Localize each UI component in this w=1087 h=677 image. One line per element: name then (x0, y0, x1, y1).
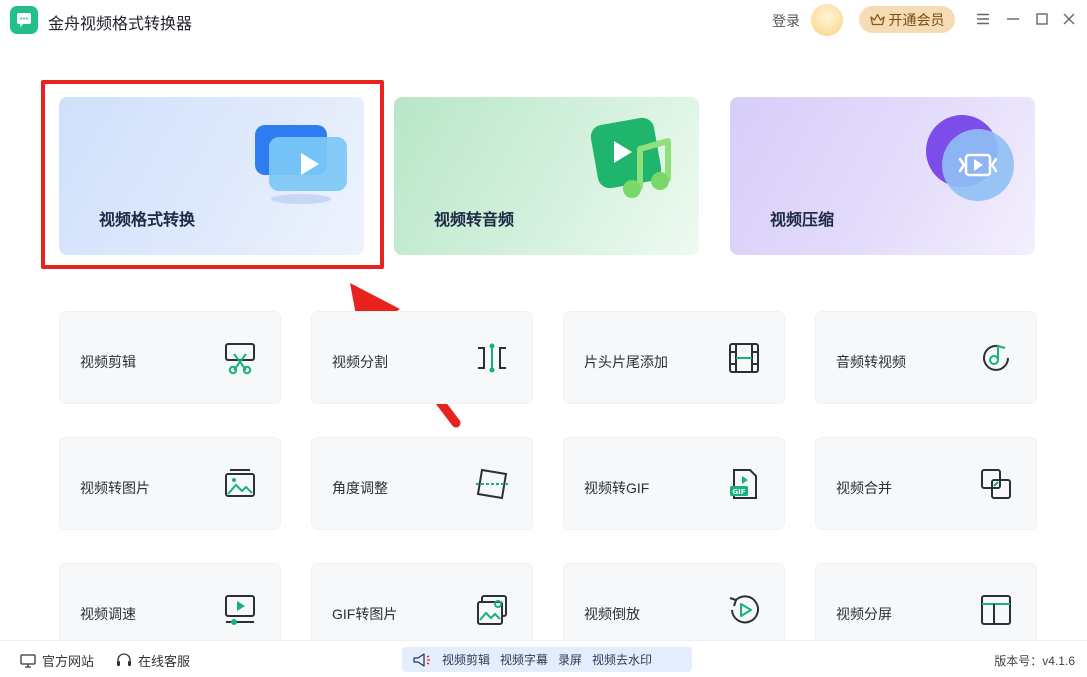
tool-label: 视频倒放 (584, 606, 640, 622)
gallery-icon (477, 595, 507, 625)
tool-video-merge[interactable]: 视频合并 (815, 437, 1037, 530)
tool-audio-to-video[interactable]: 音频转视频 (815, 311, 1037, 404)
video-compress-card[interactable]: 视频压缩 (730, 97, 1035, 255)
svg-text:GIF: GIF (732, 488, 745, 496)
tool-label: 片头片尾添加 (584, 354, 668, 370)
tool-video-to-image[interactable]: 视频转图片 (59, 437, 281, 530)
online-support-link[interactable]: 在线客服 (116, 651, 190, 670)
tool-video-split[interactable]: 视频分割 (311, 311, 533, 404)
tool-label: 视频转GIF (584, 480, 650, 496)
video-compress-label: 视频压缩 (770, 212, 835, 229)
megaphone-icon (413, 652, 430, 667)
crown-icon (869, 13, 885, 26)
vip-button[interactable]: 开通会员 (859, 6, 955, 33)
scissors-icon (225, 343, 255, 375)
promo-item[interactable]: 视频字幕 (500, 651, 548, 668)
menu-icon[interactable] (972, 8, 994, 30)
tool-label: 视频剪辑 (80, 354, 136, 370)
video-convert-label: 视频格式转换 (99, 212, 196, 229)
footer: 官方网站 在线客服 视频剪辑 视频字幕 录屏 视频去水印 版本号：v4.1.6 (0, 640, 1087, 677)
rotate-frame-icon (476, 468, 508, 500)
promo-item[interactable]: 视频去水印 (592, 651, 652, 668)
official-website-link[interactable]: 官方网站 (20, 651, 94, 670)
minimize-icon[interactable] (1002, 8, 1024, 30)
split-icon (478, 343, 506, 373)
video-convert-card[interactable]: 视频格式转换 (59, 97, 364, 255)
video-to-audio-label: 视频转音频 (434, 212, 515, 229)
video-to-audio-card[interactable]: 视频转音频 (394, 97, 699, 255)
app-title: 金舟视频格式转换器 (48, 16, 193, 33)
tool-label: GIF转图片 (332, 606, 398, 622)
app-logo (10, 6, 38, 34)
promo-bar[interactable]: 视频剪辑 视频字幕 录屏 视频去水印 (402, 647, 692, 672)
image-icon (225, 469, 255, 497)
gif-file-icon: GIF (730, 469, 757, 499)
tool-label: 视频转图片 (80, 480, 150, 496)
tool-label: 视频分割 (332, 354, 388, 370)
promo-item[interactable]: 录屏 (558, 651, 582, 668)
headset-icon (117, 653, 131, 666)
reverse-play-icon (729, 595, 759, 624)
vip-label: 开通会员 (888, 11, 945, 28)
tool-intro-outro[interactable]: 片头片尾添加 (563, 311, 785, 404)
avatar[interactable] (811, 4, 843, 36)
logo-icon (17, 13, 31, 27)
close-icon[interactable] (1058, 8, 1080, 30)
split-screen-icon (981, 595, 1011, 625)
login-button[interactable]: 登录 (772, 11, 800, 31)
tool-video-to-gif[interactable]: 视频转GIF GIF (563, 437, 785, 530)
video-compress-icon (926, 115, 1014, 201)
video-to-audio-icon (590, 117, 671, 198)
tool-label: 视频合并 (836, 480, 892, 496)
tool-label: 视频调速 (80, 606, 136, 622)
tool-angle-adjust[interactable]: 角度调整 (311, 437, 533, 530)
speed-monitor-icon (225, 595, 255, 625)
tool-video-edit[interactable]: 视频剪辑 (59, 311, 281, 404)
maximize-icon[interactable] (1031, 8, 1053, 30)
online-support-label: 在线客服 (138, 654, 191, 669)
promo-item[interactable]: 视频剪辑 (442, 651, 490, 668)
version-text: 版本号：v4.1.6 (994, 654, 1075, 668)
tool-label: 角度调整 (332, 480, 388, 496)
music-disc-icon (983, 344, 1009, 371)
monitor-icon (20, 653, 36, 668)
tool-label: 音频转视频 (836, 354, 906, 370)
official-website-label: 官方网站 (42, 654, 95, 669)
film-icon (729, 343, 759, 373)
video-convert-icon (255, 125, 347, 204)
merge-icon (981, 469, 1011, 499)
tool-label: 视频分屏 (836, 606, 892, 622)
title-bar: 金舟视频格式转换器 登录 开通会员 (0, 0, 1087, 40)
